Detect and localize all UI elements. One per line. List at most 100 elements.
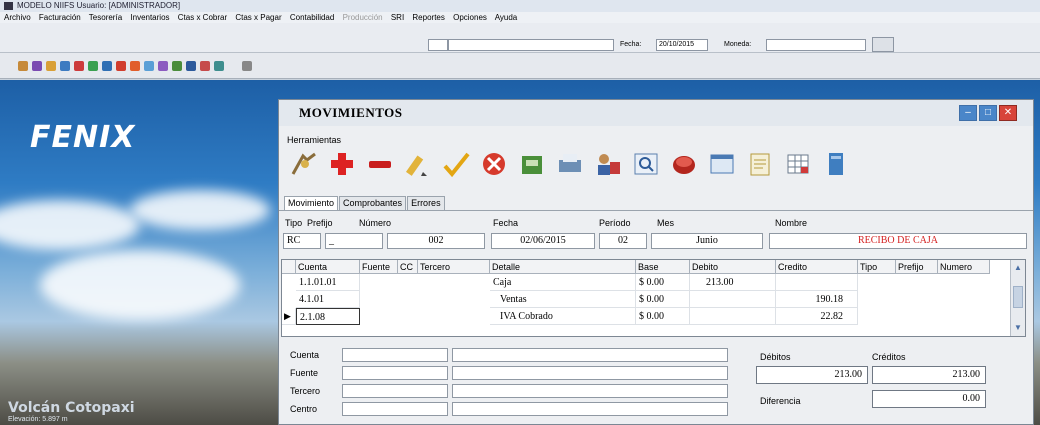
bottom-tercero-code[interactable] (342, 384, 448, 398)
col-credito[interactable]: Credito (776, 260, 858, 274)
menu-ctas-cobrar[interactable]: Ctas x Cobrar (178, 13, 227, 22)
export-icon[interactable] (517, 150, 547, 178)
shortcut-icon-11[interactable] (158, 61, 168, 71)
shortcut-icon-15[interactable] (214, 61, 224, 71)
mes-field[interactable]: Junio (651, 233, 763, 249)
users-icon[interactable] (593, 150, 623, 178)
shortcut-icon-3[interactable] (46, 61, 56, 71)
table-row-0-cuenta[interactable]: 1.1.01.01 (296, 274, 360, 291)
window-icon[interactable] (707, 150, 737, 178)
shortcut-icon-8[interactable] (116, 61, 126, 71)
bottom-centro-desc[interactable] (452, 402, 728, 416)
col-numero[interactable]: Numero (938, 260, 990, 274)
col-detalle[interactable]: Detalle (490, 260, 636, 274)
company-select[interactable] (448, 39, 614, 51)
menu-reportes[interactable]: Reportes (412, 13, 444, 22)
prefijo-field[interactable]: _ (325, 233, 383, 249)
menu-ayuda[interactable]: Ayuda (495, 13, 518, 22)
bottom-cuenta-label: Cuenta (290, 350, 320, 360)
fecha-field[interactable]: 20/10/2015 (656, 39, 708, 51)
bottom-fuente-desc[interactable] (452, 366, 728, 380)
table-row-0-credito[interactable] (776, 274, 858, 291)
menu-tesoreria[interactable]: Tesorería (89, 13, 122, 22)
tab-movimiento[interactable]: Movimiento (284, 196, 339, 210)
company-code-field[interactable] (428, 39, 448, 51)
wallpaper-title: Volcán Cotopaxi (8, 400, 135, 416)
shortcut-icon-16[interactable] (242, 61, 252, 71)
settings-button[interactable] (872, 37, 894, 52)
shortcut-icon-7[interactable] (102, 61, 112, 71)
table-row-2-detalle[interactable]: IVA Cobrado (490, 308, 636, 325)
bottom-fuente-code[interactable] (342, 366, 448, 380)
file-icon[interactable] (821, 150, 851, 178)
moneda-select[interactable] (766, 39, 866, 51)
numero-field[interactable]: 002 (387, 233, 485, 249)
document-icon[interactable] (745, 150, 775, 178)
col-tercero[interactable]: Tercero (418, 260, 490, 274)
col-base[interactable]: Base (636, 260, 690, 274)
col-fuente[interactable]: Fuente (360, 260, 398, 274)
shortcut-icon-14[interactable] (200, 61, 210, 71)
table-row-1-debito[interactable] (690, 291, 776, 308)
minimize-button[interactable]: – (959, 105, 977, 121)
col-cuenta[interactable]: Cuenta (296, 260, 360, 274)
shortcut-icon-10[interactable] (144, 61, 154, 71)
add-icon[interactable] (327, 150, 357, 178)
table-row-2-credito[interactable]: 22.82 (776, 308, 858, 325)
table-row-2-cuenta[interactable]: 2.1.08 (296, 308, 360, 325)
col-cc[interactable]: CC (398, 260, 418, 274)
menu-inventarios[interactable]: Inventarios (130, 13, 169, 22)
menu-sri[interactable]: SRI (391, 13, 404, 22)
shortcut-icon-12[interactable] (172, 61, 182, 71)
bottom-cuenta-desc[interactable] (452, 348, 728, 362)
close-button[interactable]: ✕ (999, 105, 1017, 121)
check-icon[interactable] (441, 150, 471, 178)
shortcut-icon-5[interactable] (74, 61, 84, 71)
table-row-0-base[interactable]: $ 0.00 (636, 274, 690, 291)
table-row-1-base[interactable]: $ 0.00 (636, 291, 690, 308)
menu-contabilidad[interactable]: Contabilidad (290, 13, 334, 22)
menu-facturacion[interactable]: Facturación (39, 13, 81, 22)
tab-comprobantes[interactable]: Comprobantes (339, 196, 407, 210)
scroll-thumb[interactable] (1013, 286, 1023, 308)
menu-ctas-pagar[interactable]: Ctas x Pagar (235, 13, 281, 22)
tab-errores[interactable]: Errores (407, 196, 445, 210)
search-icon[interactable] (631, 150, 661, 178)
bottom-centro-code[interactable] (342, 402, 448, 416)
print-icon[interactable] (555, 150, 585, 178)
shortcut-icon-4[interactable] (60, 61, 70, 71)
shortcut-icon-6[interactable] (88, 61, 98, 71)
col-debito[interactable]: Debito (690, 260, 776, 274)
menu-archivo[interactable]: Archivo (4, 13, 31, 22)
shortcut-icon-1[interactable] (18, 61, 28, 71)
shortcut-icon-9[interactable] (130, 61, 140, 71)
table-row-1-detalle[interactable]: Ventas (490, 291, 636, 308)
cancel-icon[interactable] (479, 150, 509, 178)
new-icon[interactable] (289, 150, 319, 178)
grid-scrollbar[interactable]: ▲ ▼ (1010, 260, 1025, 336)
scroll-up-icon[interactable]: ▲ (1014, 263, 1022, 272)
table-row-1-cuenta[interactable]: 4.1.01 (296, 291, 360, 308)
record-icon[interactable] (669, 150, 699, 178)
edit-icon[interactable] (403, 150, 433, 178)
col-tipo[interactable]: Tipo (858, 260, 896, 274)
fecha-header-field[interactable]: 02/06/2015 (491, 233, 595, 249)
col-prefijo[interactable]: Prefijo (896, 260, 938, 274)
table-row-1-credito[interactable]: 190.18 (776, 291, 858, 308)
table-row-0-debito[interactable]: 213.00 (690, 274, 776, 291)
remove-icon[interactable] (365, 150, 395, 178)
shortcut-icon-2[interactable] (32, 61, 42, 71)
bottom-tercero-desc[interactable] (452, 384, 728, 398)
herramientas-menu[interactable]: Herramientas (287, 135, 341, 145)
grid-icon[interactable] (783, 150, 813, 178)
tipo-field[interactable]: RC (283, 233, 321, 249)
maximize-button[interactable]: □ (979, 105, 997, 121)
shortcut-icon-13[interactable] (186, 61, 196, 71)
table-row-0-detalle[interactable]: Caja (490, 274, 636, 291)
scroll-down-icon[interactable]: ▼ (1014, 323, 1022, 332)
table-row-2-debito[interactable] (690, 308, 776, 325)
periodo-field[interactable]: 02 (599, 233, 647, 249)
table-row-2-base[interactable]: $ 0.00 (636, 308, 690, 325)
bottom-cuenta-code[interactable] (342, 348, 448, 362)
menu-opciones[interactable]: Opciones (453, 13, 487, 22)
